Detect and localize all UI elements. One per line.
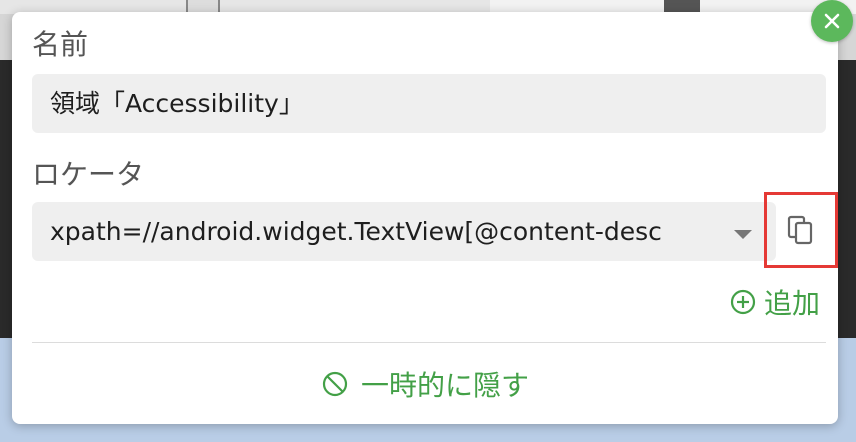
caret-down-icon[interactable] (734, 230, 752, 239)
hide-button-label: 一時的に隠す (360, 369, 529, 402)
name-field[interactable]: 領域「Accessibility」 (32, 74, 826, 133)
add-locator-button[interactable]: 追加 (730, 282, 820, 322)
eye-off-icon (322, 371, 348, 397)
locator-label: ロケータ (32, 158, 145, 191)
copy-icon (787, 215, 813, 245)
close-icon (824, 13, 840, 29)
add-button-label: 追加 (763, 287, 820, 320)
background-tab-dark (664, 0, 700, 12)
plus-circle-icon (730, 289, 756, 315)
locator-select[interactable]: xpath=//android.widget.TextView[@content… (32, 202, 776, 261)
name-label: 名前 (32, 28, 89, 61)
divider (32, 342, 826, 343)
hide-temporarily-button[interactable]: 一時的に隠す (12, 362, 838, 406)
element-info-dialog: 名前 領域「Accessibility」 ロケータ xpath=//androi… (12, 12, 838, 424)
close-dialog-button[interactable] (811, 0, 853, 42)
copy-locator-button[interactable] (764, 192, 838, 268)
